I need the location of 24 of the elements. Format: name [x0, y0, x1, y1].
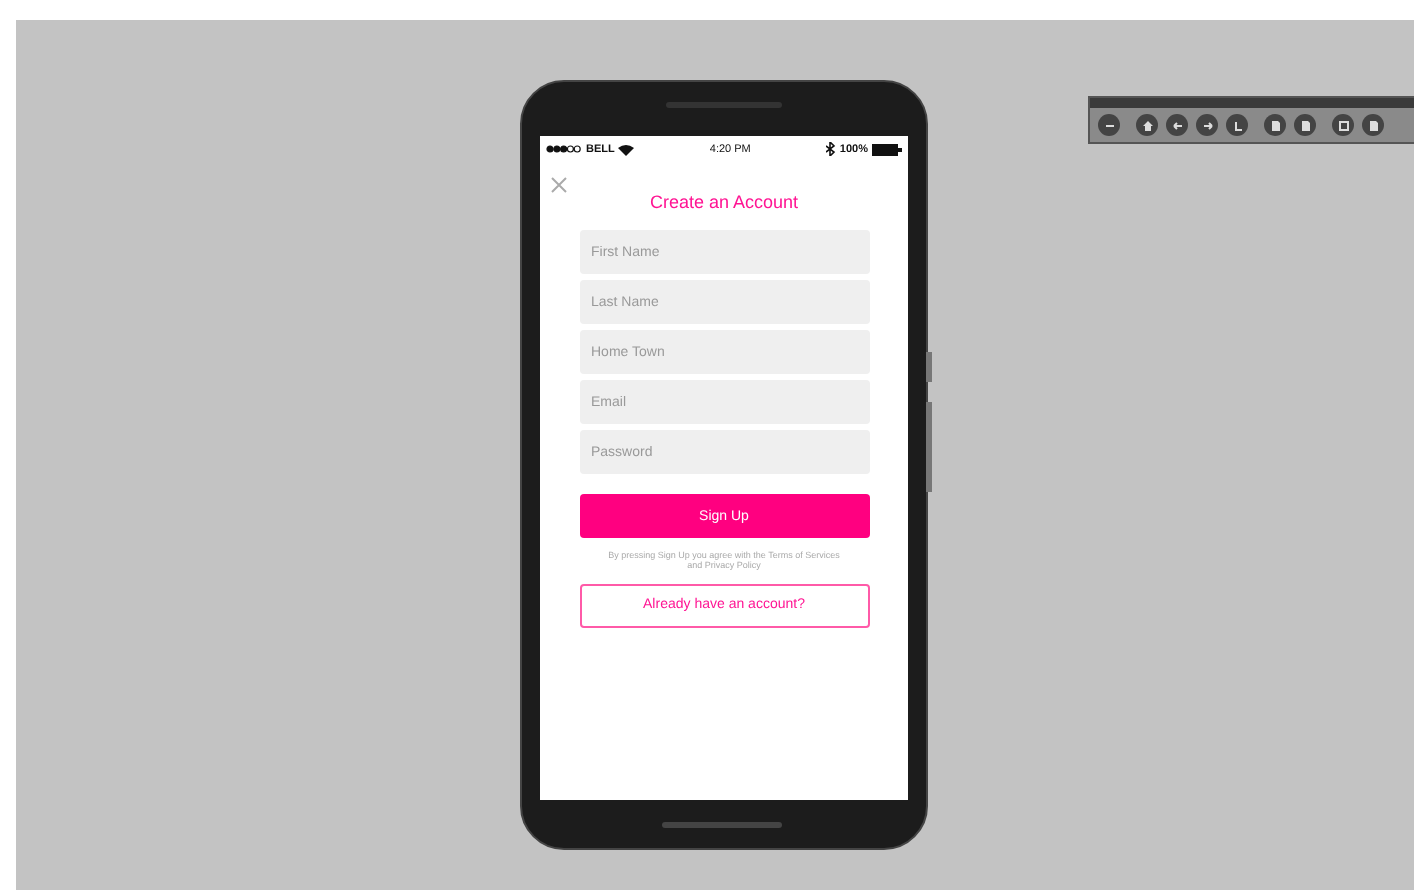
- toolbar-right-button[interactable]: [1196, 114, 1218, 136]
- home-bar-icon: [662, 822, 782, 828]
- toolbar-home-button[interactable]: [1136, 114, 1158, 136]
- minus-icon: [1103, 119, 1115, 131]
- document-icon: [1269, 119, 1281, 131]
- square-icon: [1337, 119, 1349, 131]
- toolbar-page-button[interactable]: [1362, 114, 1384, 136]
- toolbar-minus-button[interactable]: [1098, 114, 1120, 136]
- toolbar-back-button[interactable]: [1226, 114, 1248, 136]
- toolbar-page-button[interactable]: [1294, 114, 1316, 136]
- bluetooth-icon: [825, 142, 836, 156]
- battery-icon: [872, 143, 902, 155]
- home-icon: [1141, 119, 1153, 131]
- toolbar-page-button[interactable]: [1264, 114, 1286, 136]
- toolbar-left-button[interactable]: [1166, 114, 1188, 136]
- form-title: Create an Account: [649, 192, 799, 212]
- signal-icon: [546, 144, 582, 154]
- wifi-icon: [618, 143, 635, 155]
- right-arrow-icon: [1201, 119, 1213, 131]
- document-icon: [1367, 119, 1379, 131]
- left-arrow-icon: [1171, 119, 1183, 131]
- toolbar-square-button[interactable]: [1332, 114, 1354, 136]
- document-icon: [1299, 119, 1311, 131]
- corner-line-icon: [1231, 119, 1243, 131]
